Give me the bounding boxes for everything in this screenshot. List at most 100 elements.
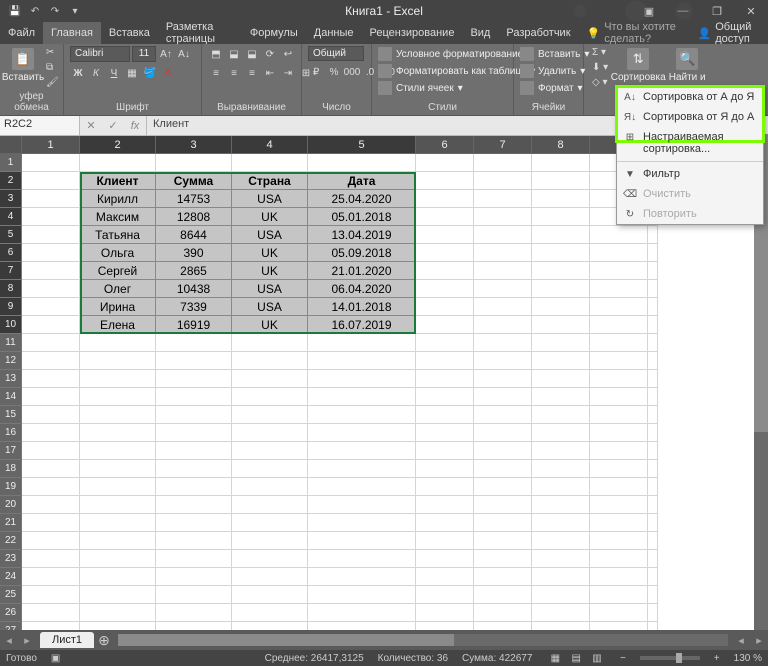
cell[interactable] bbox=[416, 316, 474, 334]
cell[interactable]: 21.01.2020 bbox=[308, 262, 416, 280]
cell[interactable]: Ирина bbox=[80, 298, 156, 316]
align-left-icon[interactable]: ≡ bbox=[208, 65, 224, 81]
cell[interactable] bbox=[80, 424, 156, 442]
cell[interactable] bbox=[648, 604, 658, 622]
sort-az-item[interactable]: A↓ Сортировка от А до Я bbox=[617, 87, 763, 107]
row-header[interactable]: 2 bbox=[0, 172, 22, 190]
tab-formulas[interactable]: Формулы bbox=[242, 22, 306, 44]
cell[interactable] bbox=[590, 406, 648, 424]
row-header[interactable]: 24 bbox=[0, 568, 22, 586]
decrease-font-icon[interactable]: A↓ bbox=[176, 46, 192, 62]
font-size-box[interactable]: 11 bbox=[132, 46, 156, 62]
cell[interactable]: 25.04.2020 bbox=[308, 190, 416, 208]
cell[interactable] bbox=[416, 352, 474, 370]
cell[interactable] bbox=[648, 280, 658, 298]
cell[interactable]: Клиент bbox=[80, 172, 156, 190]
cell[interactable] bbox=[532, 262, 590, 280]
cell[interactable] bbox=[590, 244, 648, 262]
italic-button[interactable]: К bbox=[88, 65, 104, 81]
qat-customize-icon[interactable]: ▾ bbox=[66, 2, 84, 20]
row-header[interactable]: 18 bbox=[0, 460, 22, 478]
cell[interactable] bbox=[416, 424, 474, 442]
cell[interactable]: Олег bbox=[80, 280, 156, 298]
cell[interactable] bbox=[232, 352, 308, 370]
align-bottom-icon[interactable]: ⬓ bbox=[244, 46, 260, 62]
delete-cells-button[interactable]: Удалить▾ bbox=[520, 63, 585, 79]
cell[interactable] bbox=[474, 298, 532, 316]
column-header[interactable]: 4 bbox=[232, 136, 308, 154]
cell[interactable] bbox=[80, 154, 156, 172]
cell[interactable] bbox=[232, 388, 308, 406]
cell[interactable] bbox=[80, 496, 156, 514]
insert-cells-button[interactable]: Вставить▾ bbox=[520, 46, 589, 62]
cell[interactable] bbox=[80, 460, 156, 478]
cell[interactable] bbox=[22, 244, 80, 262]
cell[interactable] bbox=[590, 424, 648, 442]
row-header[interactable]: 5 bbox=[0, 226, 22, 244]
number-format-box[interactable]: Общий bbox=[308, 46, 364, 61]
cell[interactable]: Кирилл bbox=[80, 190, 156, 208]
cell[interactable] bbox=[532, 154, 590, 172]
cell[interactable] bbox=[474, 190, 532, 208]
cell[interactable] bbox=[416, 334, 474, 352]
cell[interactable] bbox=[648, 460, 658, 478]
cell[interactable] bbox=[532, 316, 590, 334]
cell[interactable] bbox=[80, 604, 156, 622]
cell[interactable] bbox=[232, 406, 308, 424]
cell[interactable] bbox=[532, 208, 590, 226]
cell[interactable] bbox=[590, 532, 648, 550]
row-header[interactable]: 16 bbox=[0, 424, 22, 442]
tab-file[interactable]: Файл bbox=[0, 22, 43, 44]
scroll-left-icon[interactable]: ◂ bbox=[732, 634, 750, 647]
cell[interactable] bbox=[474, 406, 532, 424]
cell[interactable] bbox=[22, 172, 80, 190]
cell[interactable] bbox=[80, 478, 156, 496]
share-button[interactable]: 👤 Общий доступ bbox=[690, 22, 768, 44]
cell[interactable] bbox=[80, 550, 156, 568]
horizontal-scrollbar[interactable] bbox=[118, 634, 728, 646]
row-header[interactable]: 22 bbox=[0, 532, 22, 550]
sort-filter-button[interactable]: ⇅ Сортировка bbox=[614, 46, 662, 83]
cut-icon[interactable]: ✂ bbox=[44, 46, 61, 59]
cell[interactable]: 8644 bbox=[156, 226, 232, 244]
cell[interactable] bbox=[156, 460, 232, 478]
cell[interactable] bbox=[532, 604, 590, 622]
cell[interactable] bbox=[308, 334, 416, 352]
cell[interactable] bbox=[22, 586, 80, 604]
cell[interactable] bbox=[156, 334, 232, 352]
cell[interactable] bbox=[416, 280, 474, 298]
border-icon[interactable]: ▦ bbox=[124, 65, 140, 81]
cell[interactable] bbox=[590, 514, 648, 532]
cell[interactable]: 10438 bbox=[156, 280, 232, 298]
cell[interactable] bbox=[232, 496, 308, 514]
cell[interactable]: 14753 bbox=[156, 190, 232, 208]
cell[interactable]: UK bbox=[232, 316, 308, 334]
cell[interactable] bbox=[156, 154, 232, 172]
cell[interactable]: 16.07.2019 bbox=[308, 316, 416, 334]
format-as-table-button[interactable]: Форматировать как таблицу▾ bbox=[378, 63, 535, 79]
cell[interactable] bbox=[416, 568, 474, 586]
row-header[interactable]: 6 bbox=[0, 244, 22, 262]
cell[interactable] bbox=[648, 298, 658, 316]
row-header[interactable]: 12 bbox=[0, 352, 22, 370]
cell[interactable] bbox=[80, 352, 156, 370]
cell[interactable] bbox=[648, 514, 658, 532]
cell[interactable] bbox=[308, 604, 416, 622]
cell[interactable] bbox=[232, 514, 308, 532]
cell[interactable] bbox=[590, 550, 648, 568]
zoom-in-button[interactable]: + bbox=[714, 653, 720, 664]
cell[interactable] bbox=[22, 532, 80, 550]
cell[interactable] bbox=[474, 280, 532, 298]
cell[interactable] bbox=[532, 388, 590, 406]
tab-layout[interactable]: Разметка страницы bbox=[158, 22, 242, 44]
cell[interactable] bbox=[532, 478, 590, 496]
cell[interactable]: USA bbox=[232, 190, 308, 208]
save-icon[interactable]: 💾 bbox=[6, 2, 24, 20]
cell[interactable] bbox=[648, 496, 658, 514]
cell[interactable] bbox=[308, 406, 416, 424]
cell[interactable] bbox=[648, 262, 658, 280]
cell[interactable] bbox=[416, 478, 474, 496]
cell[interactable] bbox=[416, 604, 474, 622]
cell[interactable] bbox=[416, 532, 474, 550]
cell[interactable] bbox=[474, 532, 532, 550]
